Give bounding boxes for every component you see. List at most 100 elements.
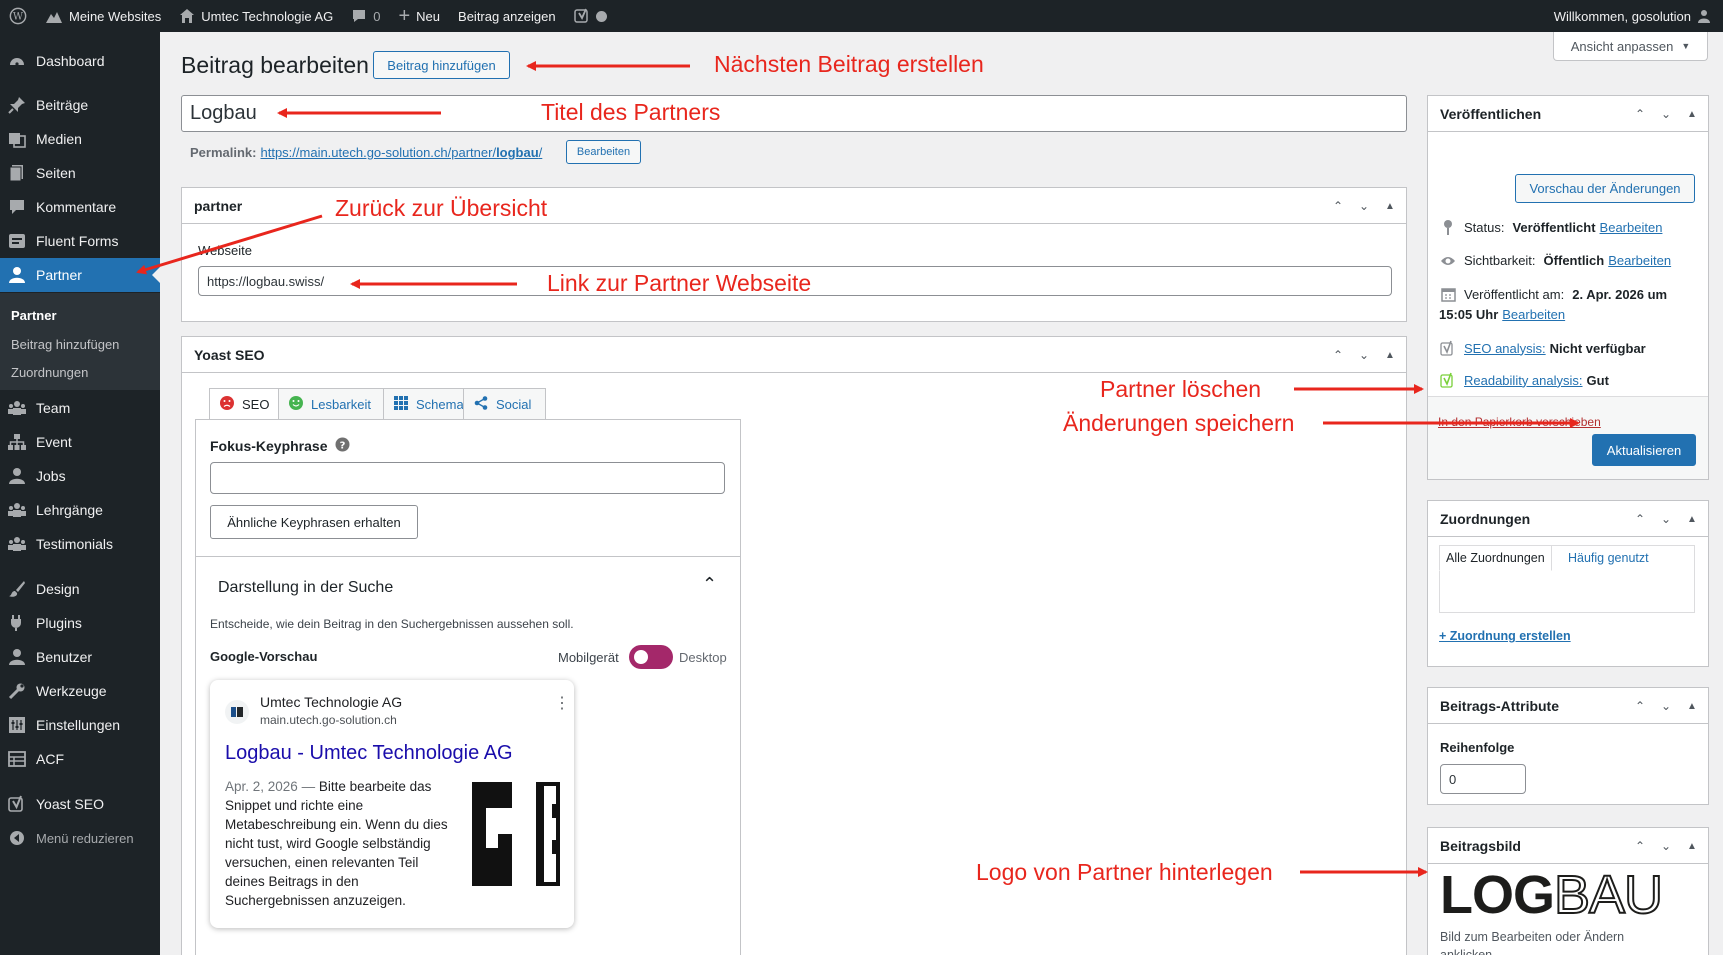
focus-keyphrase-input[interactable] (210, 462, 725, 494)
menu-users[interactable]: Benutzer (0, 640, 160, 674)
submenu-assignments[interactable]: Zuordnungen (11, 365, 88, 380)
move-up-icon[interactable]: ⌃ (1632, 107, 1648, 121)
add-new-post-button[interactable]: Beitrag hinzufügen (373, 51, 510, 79)
new-content-menu[interactable]: + Neu (389, 0, 449, 32)
menu-event[interactable]: Event (0, 425, 160, 459)
my-account-menu[interactable]: Willkommen, gosolution (1554, 9, 1723, 24)
published-edit-link[interactable]: Bearbeiten (1502, 307, 1565, 322)
menu-courses[interactable]: Lehrgänge (0, 493, 160, 527)
admin-menu: Dashboard Beiträge Medien Seiten Komment… (0, 32, 160, 955)
move-down-icon[interactable]: ⌄ (1658, 107, 1674, 121)
search-appearance-description: Entscheide, wie dein Beitrag in den Such… (210, 617, 574, 631)
menu-collapse[interactable]: Menü reduzieren (0, 821, 160, 855)
toggle-panel-icon[interactable]: ▲ (1684, 109, 1700, 120)
move-down-icon[interactable]: ⌄ (1356, 199, 1372, 213)
featured-image-logo[interactable]: LOG BAU (1440, 865, 1664, 925)
menu-pages[interactable]: Seiten (0, 156, 160, 190)
toggle-panel-icon[interactable]: ▲ (1684, 514, 1700, 525)
move-up-icon[interactable]: ⌃ (1632, 699, 1648, 713)
toggle-panel-icon[interactable]: ▲ (1382, 350, 1398, 361)
home-icon (179, 8, 195, 24)
move-up-icon[interactable]: ⌃ (1330, 348, 1346, 362)
tab-all-assignments[interactable]: Alle Zuordnungen (1439, 545, 1552, 571)
menu-collapse-label: Menü reduzieren (36, 830, 134, 846)
permalink-link[interactable]: https://main.utech.go-solution.ch/partne… (260, 145, 542, 160)
menu-plugins[interactable]: Plugins (0, 606, 160, 640)
move-down-icon[interactable]: ⌄ (1658, 512, 1674, 526)
google-preview-card[interactable]: Umtec Technologie AG main.utech.go-solut… (210, 680, 574, 928)
move-up-icon[interactable]: ⌃ (1330, 199, 1346, 213)
post-title-input[interactable]: Logbau (181, 95, 1407, 132)
move-up-icon[interactable]: ⌃ (1632, 839, 1648, 853)
search-appearance-heading[interactable]: Darstellung in der Suche (218, 579, 393, 597)
toggle-panel-icon[interactable]: ▲ (1684, 701, 1700, 712)
yoast-metabox-header[interactable]: Yoast SEO (182, 337, 1406, 373)
tab-seo[interactable]: SEO (209, 388, 279, 420)
yoast-icon (573, 8, 590, 24)
menu-jobs[interactable]: Jobs (0, 459, 160, 493)
status-edit-link[interactable]: Bearbeiten (1600, 220, 1663, 235)
pages-icon (8, 164, 26, 182)
preview-mode-toggle[interactable] (629, 645, 673, 669)
menu-tools[interactable]: Werkzeuge (0, 674, 160, 708)
move-down-icon[interactable]: ⌄ (1658, 699, 1674, 713)
tab-social[interactable]: Social (463, 388, 546, 420)
submenu-add-post[interactable]: Beitrag hinzufügen (11, 337, 119, 352)
menu-fluent-forms[interactable]: Fluent Forms (0, 224, 160, 258)
forms-icon (8, 232, 26, 250)
yoast-adminbar-menu[interactable] (565, 0, 616, 32)
menu-posts[interactable]: Beiträge (0, 88, 160, 122)
tab-readability[interactable]: Lesbarkeit (278, 388, 384, 420)
menu-design-label: Design (36, 581, 80, 597)
published-date-row: Veröffentlicht am: 2. Apr. 2026 um (1440, 287, 1667, 302)
help-icon[interactable]: ? (335, 437, 350, 455)
brush-icon (8, 580, 26, 598)
tab-schema[interactable]: Schema (383, 388, 464, 420)
seo-analysis-link[interactable]: SEO analysis: (1464, 341, 1546, 356)
menu-yoast[interactable]: Yoast SEO (0, 787, 160, 821)
preview-changes-button[interactable]: Vorschau der Änderungen (1515, 174, 1695, 203)
move-up-icon[interactable]: ⌃ (1632, 512, 1648, 526)
related-keyphrases-button[interactable]: Ähnliche Keyphrasen erhalten (210, 505, 418, 539)
menu-partner[interactable]: Partner (0, 258, 160, 292)
menu-media[interactable]: Medien (0, 122, 160, 156)
menu-acf[interactable]: ACF (0, 742, 160, 776)
screen-options-button[interactable]: Ansicht anpassen ▼ (1553, 32, 1708, 61)
post-attributes-metabox-controls: ⌃ ⌄ ▲ (1632, 688, 1700, 724)
toggle-panel-icon[interactable]: ▲ (1684, 841, 1700, 852)
order-input[interactable]: 0 (1440, 764, 1526, 794)
greeting-label: Willkommen, gosolution (1553, 8, 1691, 24)
logo-light-text: BAU (1553, 865, 1664, 925)
menu-settings-label: Einstellungen (36, 717, 121, 733)
create-assignment-link[interactable]: + Zuordnung erstellen (1439, 629, 1571, 643)
visibility-edit-link[interactable]: Bearbeiten (1608, 253, 1671, 268)
menu-team[interactable]: Team (0, 391, 160, 425)
chevron-up-icon[interactable]: ⌃ (702, 574, 717, 595)
trash-link[interactable]: In den Papierkorb verschieben (1438, 415, 1601, 429)
featured-image-metabox-title: Beitragsbild (1440, 837, 1521, 854)
view-post-link[interactable]: Beitrag anzeigen (449, 0, 565, 32)
tab-popular-assignments[interactable]: Häufig genutzt (1568, 551, 1649, 565)
menu-comments[interactable]: Kommentare (0, 190, 160, 224)
move-down-icon[interactable]: ⌄ (1356, 348, 1372, 362)
menu-dashboard[interactable]: Dashboard (0, 44, 160, 78)
status-row: Status: Veröffentlicht Bearbeiten (1440, 219, 1662, 235)
readability-link[interactable]: Readability analysis: (1464, 373, 1583, 388)
wordpress-logo[interactable]: W (0, 0, 36, 32)
move-down-icon[interactable]: ⌄ (1658, 839, 1674, 853)
toggle-panel-icon[interactable]: ▲ (1382, 201, 1398, 212)
submenu-partner[interactable]: Partner (11, 308, 57, 323)
menu-settings[interactable]: Einstellungen (0, 708, 160, 742)
menu-testimonials[interactable]: Testimonials (0, 527, 160, 561)
update-button[interactable]: Aktualisieren (1592, 434, 1696, 466)
my-sites-menu[interactable]: Meine Websites (36, 0, 170, 32)
comments-menu[interactable]: 0 (342, 0, 389, 32)
panel-divider (196, 556, 740, 557)
permalink-edit-button[interactable]: Bearbeiten (566, 140, 641, 164)
visibility-value: Öffentlich (1543, 253, 1605, 268)
permalink-label: Permalink: (190, 145, 257, 160)
wordpress-icon: W (9, 7, 27, 25)
menu-design[interactable]: Design (0, 572, 160, 606)
main-content: Ansicht anpassen ▼ Beitrag bearbeiten Be… (160, 32, 1723, 955)
site-name-menu[interactable]: Umtec Technologie AG (170, 0, 342, 32)
